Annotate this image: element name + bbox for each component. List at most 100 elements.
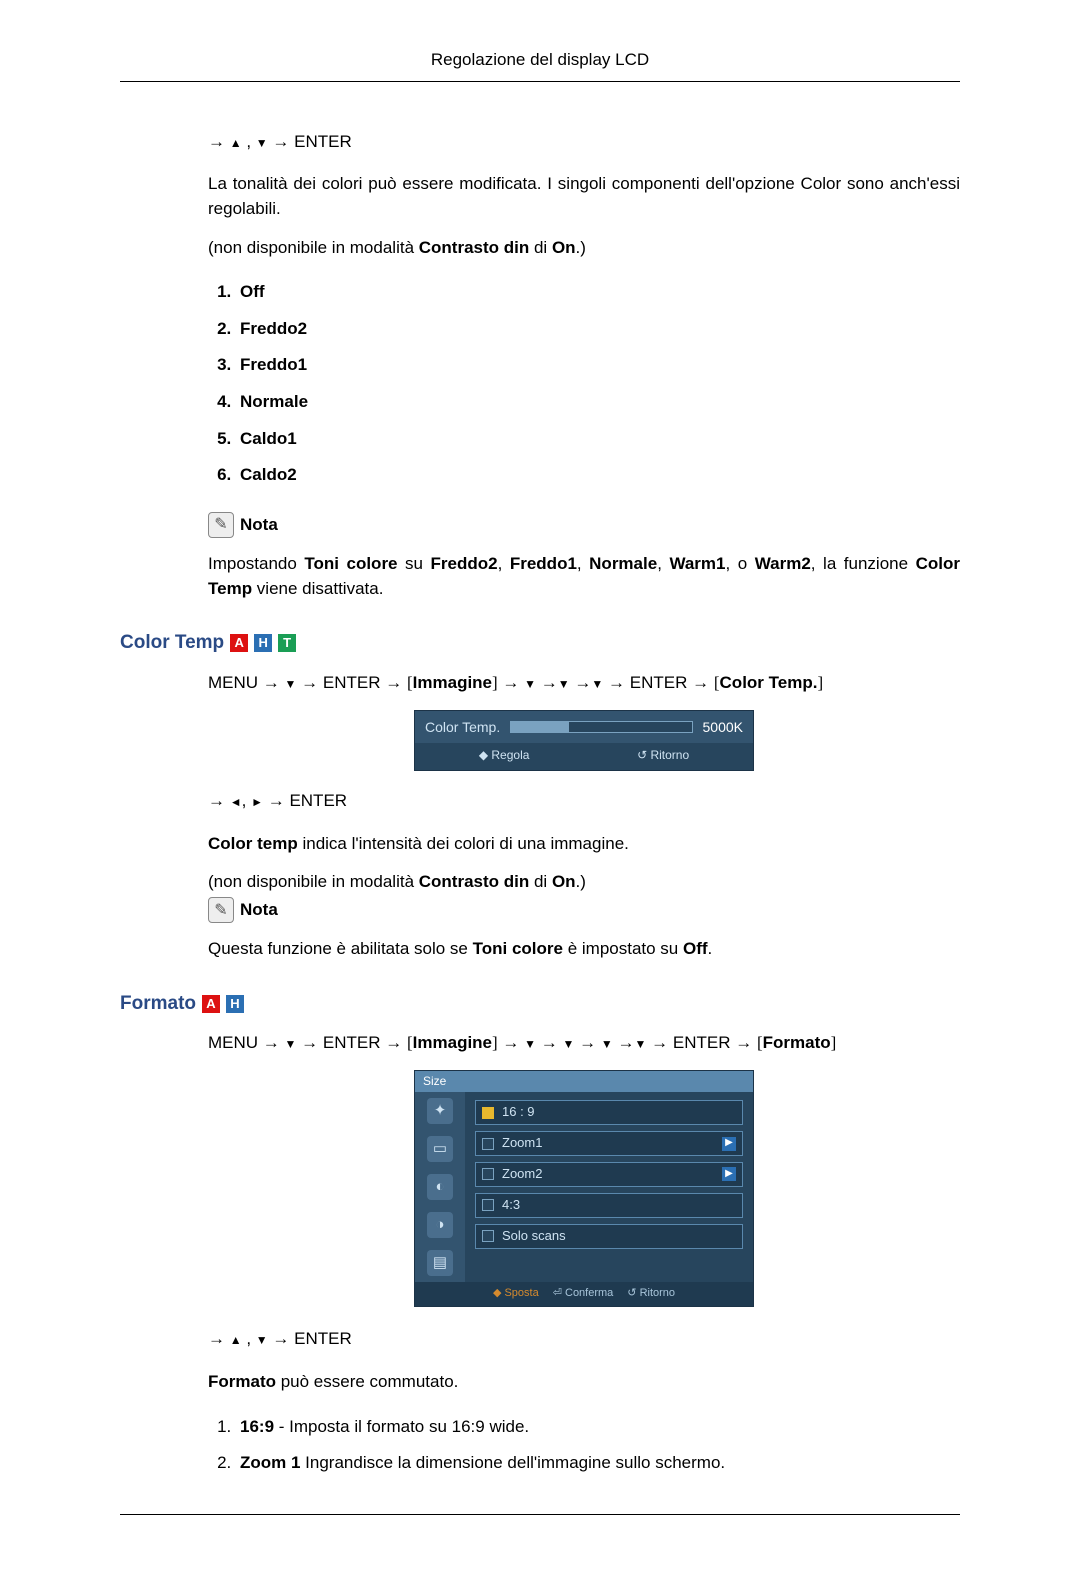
arrow-down-icon xyxy=(591,673,603,692)
page-title: Regolazione del display LCD xyxy=(120,48,960,82)
osd-tab-icon: ✦ xyxy=(427,1098,453,1124)
arrow-right-icon xyxy=(502,1033,519,1052)
osd-hint-move: ◆ Sposta xyxy=(493,1286,539,1302)
osd-item: Solo scans xyxy=(475,1224,743,1249)
arrow-right-icon xyxy=(272,132,289,151)
arrow-right-icon xyxy=(208,132,225,151)
arrow-left-nav-icon xyxy=(230,791,242,810)
arrow-right-icon xyxy=(541,1033,558,1052)
osd-icon-column: ✦ ▭ ◐ ◑ ▤ xyxy=(415,1092,465,1282)
osd-hint-confirm: ⏎ Conferma xyxy=(553,1286,614,1302)
enter-label: ENTER xyxy=(294,1329,352,1348)
footer-rule xyxy=(120,1514,960,1515)
enter-label: ENTER xyxy=(294,132,352,151)
arrow-down-icon xyxy=(285,673,297,692)
tone-option: Freddo1 xyxy=(236,347,960,384)
tone-note-paragraph: Impostando Toni colore su Freddo2, Fredd… xyxy=(208,552,960,601)
osd-item: 4:3 xyxy=(475,1193,743,1218)
osd-size-menu: Size ✦ ▭ ◐ ◑ ▤ 16 : 9 Zoom1 ▶ xyxy=(414,1070,754,1307)
arrow-right-icon xyxy=(385,673,402,692)
arrow-down-icon xyxy=(563,1033,575,1052)
color-temp-note2: Questa funzione è abilitata solo se Toni… xyxy=(208,937,960,962)
intro-paragraph-2: (non disponibile in modalità Contrasto d… xyxy=(208,236,960,261)
osd-item: Zoom1 ▶ xyxy=(475,1131,743,1156)
osd-item: 16 : 9 xyxy=(475,1100,743,1125)
osd-tab-icon: ▭ xyxy=(427,1136,453,1162)
tone-option: Off xyxy=(236,274,960,311)
osd-slider-value: 5000K xyxy=(703,717,743,737)
formato-list-item: Zoom 1 Ingrandisce la dimensione dell'im… xyxy=(236,1445,960,1482)
note-icon: ✎ xyxy=(208,897,234,923)
note-block: ✎ Nota xyxy=(208,512,960,538)
tone-options-list: Off Freddo2 Freddo1 Normale Caldo1 Caldo… xyxy=(236,274,960,494)
arrow-down-icon xyxy=(524,1033,536,1052)
note-label: Nota xyxy=(240,898,278,923)
mode-tag-a: A xyxy=(230,634,248,652)
tone-option: Caldo2 xyxy=(236,457,960,494)
mode-tag-a: A xyxy=(202,995,220,1013)
color-temp-desc: Color temp indica l'intensità dei colori… xyxy=(208,832,960,857)
arrow-right-icon xyxy=(608,673,625,692)
arrow-right-icon xyxy=(574,673,591,692)
arrow-right-nav-icon xyxy=(251,791,263,810)
osd-item-list: 16 : 9 Zoom1 ▶ Zoom2 ▶ 4:3 xyxy=(465,1092,753,1282)
arrow-right-icon xyxy=(541,673,558,692)
formato-list-item: 16:9 - Imposta il formato su 16:9 wide. xyxy=(236,1409,960,1446)
tone-option: Caldo1 xyxy=(236,421,960,458)
arrow-right-icon xyxy=(208,791,225,810)
formato-desc: Formato può essere commutato. xyxy=(208,1370,960,1395)
color-temp-na: (non disponibile in modalità Contrasto d… xyxy=(208,870,960,895)
enter-label: ENTER xyxy=(289,791,347,810)
arrow-right-icon xyxy=(735,1033,752,1052)
arrow-right-icon xyxy=(651,1033,668,1052)
chevron-right-icon: ▶ xyxy=(722,1137,736,1151)
osd-menu-title: Size xyxy=(415,1071,753,1092)
tone-option: Normale xyxy=(236,384,960,421)
osd-item-bullet xyxy=(482,1230,494,1242)
section-title: Color Temp xyxy=(120,629,224,657)
nav-sequence-updown-enter: , ENTER xyxy=(208,1327,960,1352)
arrow-right-icon xyxy=(263,673,280,692)
osd-color-temp-slider: Color Temp. 5000K ◆ Regola ↺ Ritorno xyxy=(414,710,754,772)
osd-item-label: Zoom2 xyxy=(502,1165,542,1184)
osd-item-bullet xyxy=(482,1107,494,1119)
mode-tag-h: H xyxy=(254,634,272,652)
osd-item-label: 16 : 9 xyxy=(502,1103,535,1122)
osd-footer-hints: ◆ Sposta ⏎ Conferma ↺ Ritorno xyxy=(415,1282,753,1306)
osd-item-bullet xyxy=(482,1168,494,1180)
arrow-down-icon xyxy=(256,132,268,151)
osd-slider-bar xyxy=(510,721,692,733)
arrow-right-icon xyxy=(301,1033,318,1052)
intro-paragraph-1: La tonalità dei colori può essere modifi… xyxy=(208,172,960,221)
formato-list: 16:9 - Imposta il formato su 16:9 wide. … xyxy=(236,1409,960,1482)
arrow-down-icon xyxy=(558,673,570,692)
arrow-down-icon xyxy=(256,1329,268,1348)
arrow-down-icon xyxy=(285,1033,297,1052)
note-block: ✎ Nota xyxy=(208,897,960,923)
arrow-down-icon xyxy=(601,1033,613,1052)
osd-item-label: Zoom1 xyxy=(502,1134,542,1153)
arrow-right-icon xyxy=(268,791,285,810)
osd-hint-adjust: ◆ Regola xyxy=(479,747,530,764)
arrow-right-icon xyxy=(579,1033,596,1052)
arrow-right-icon xyxy=(502,673,519,692)
osd-item: Zoom2 ▶ xyxy=(475,1162,743,1187)
arrow-down-icon xyxy=(524,673,536,692)
osd-hint-return: ↺ Ritorno xyxy=(627,1286,675,1302)
osd-slider-label: Color Temp. xyxy=(425,717,500,737)
mode-tag-h: H xyxy=(226,995,244,1013)
osd-item-label: 4:3 xyxy=(502,1196,520,1215)
osd-tab-icon: ◑ xyxy=(427,1212,453,1238)
arrow-right-icon xyxy=(301,673,318,692)
arrow-up-icon xyxy=(230,132,242,151)
osd-tab-icon: ▤ xyxy=(427,1250,453,1276)
osd-item-bullet xyxy=(482,1199,494,1211)
osd-item-bullet xyxy=(482,1138,494,1150)
arrow-right-icon xyxy=(385,1033,402,1052)
nav-sequence-leftright-enter: , ENTER xyxy=(208,789,960,814)
section-heading-color-temp: Color Temp A H T xyxy=(120,629,960,657)
menu-path-color-temp: MENU ENTER [Immagine] ENTER [Color Temp.… xyxy=(208,671,960,696)
section-heading-formato: Formato A H xyxy=(120,990,960,1018)
nav-sequence-updown-enter: , ENTER xyxy=(208,130,960,155)
osd-hint-return: ↺ Ritorno xyxy=(637,747,689,764)
